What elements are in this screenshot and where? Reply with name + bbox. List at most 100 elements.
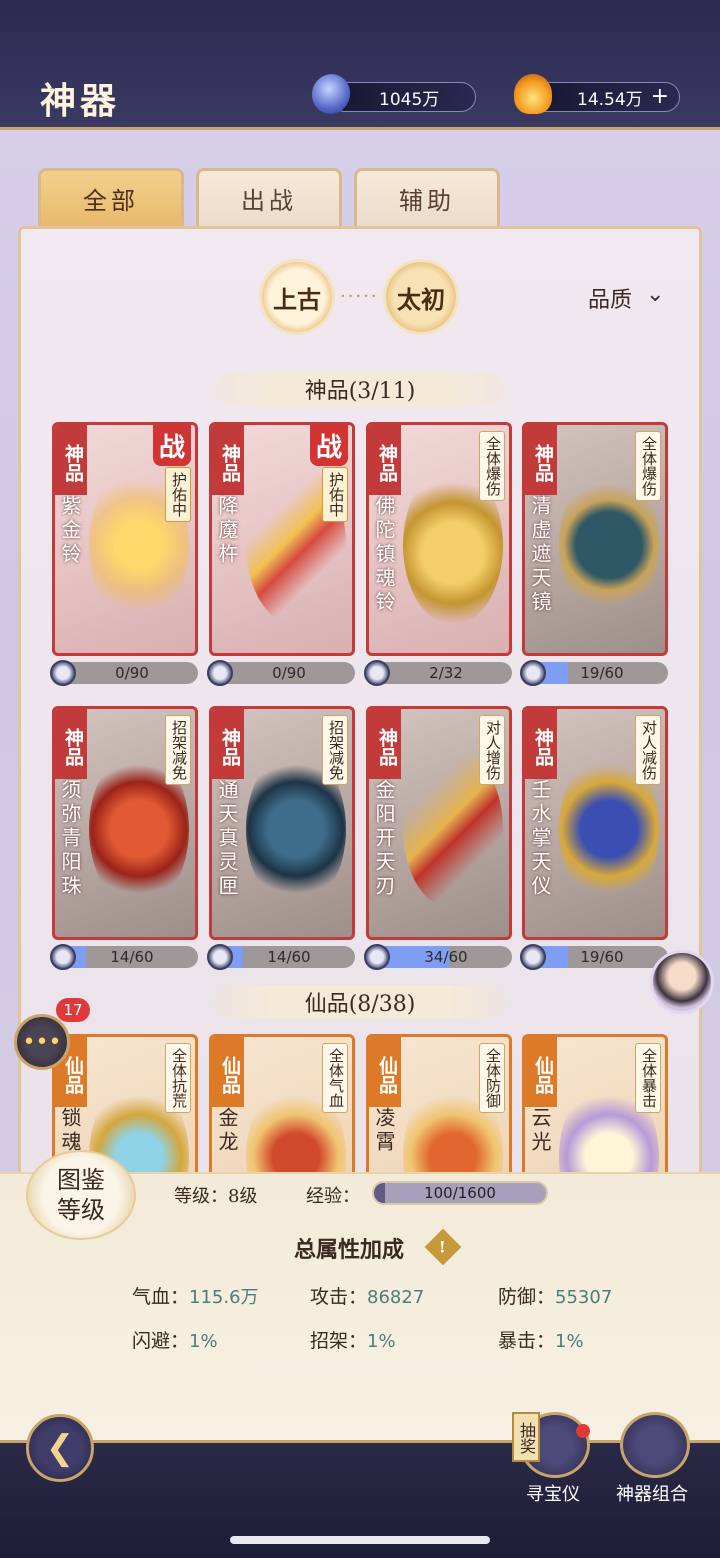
artifact-card[interactable]: 仙品 凌霄 全体防御 bbox=[366, 1034, 512, 1184]
stat-parry-value: 1% bbox=[367, 1331, 396, 1352]
effect-tag: 全体防御 bbox=[479, 1043, 505, 1113]
artifact-card[interactable]: 神品 须弥青阳珠 招架减免 bbox=[52, 706, 198, 940]
artifact-card[interactable]: 仙品 金龙 全体气血 bbox=[209, 1034, 355, 1184]
effect-tag: 对人增伤 bbox=[479, 715, 505, 785]
tab-battle[interactable]: 出战 bbox=[196, 168, 342, 226]
stat-attack-label: 攻击： bbox=[310, 1286, 368, 1308]
stat-crit-label: 暴击： bbox=[498, 1330, 556, 1352]
effect-tag: 全体暴击 bbox=[635, 1043, 661, 1113]
artifact-name: 云光 bbox=[528, 1107, 552, 1155]
artifact-name: 降魔杵 bbox=[215, 495, 239, 567]
back-button[interactable]: ❮ bbox=[26, 1414, 94, 1482]
chat-button[interactable]: ••• bbox=[14, 1014, 70, 1070]
artifact-name: 凌霄 bbox=[372, 1107, 396, 1155]
codex-level: 等级：8级 bbox=[174, 1182, 257, 1208]
battle-badge: 战 bbox=[152, 425, 191, 466]
artifact-card[interactable]: 神品 降魔杵 战 护佑中 bbox=[209, 422, 355, 656]
notification-dot bbox=[576, 1424, 590, 1438]
home-indicator[interactable] bbox=[230, 1536, 490, 1544]
level-label: 等级： bbox=[174, 1186, 228, 1207]
grade-label: 神品 bbox=[55, 709, 87, 779]
grade-label: 神品 bbox=[525, 425, 557, 495]
artifact-name: 壬水掌天仪 bbox=[528, 779, 552, 899]
artifact-card[interactable]: 神品 佛陀镇魂铃 全体爆伤 bbox=[366, 422, 512, 656]
artifact-name: 紫金铃 bbox=[58, 495, 82, 567]
grade-label: 神品 bbox=[369, 425, 401, 495]
artifact-name: 锁魂 bbox=[58, 1107, 82, 1155]
stat-attack: 攻击：86827 bbox=[310, 1282, 424, 1309]
add-currency-button[interactable]: + bbox=[651, 84, 669, 109]
effect-tag: 全体抗荒 bbox=[165, 1043, 191, 1113]
shard-icon bbox=[364, 944, 390, 970]
effect-tag: 招架减免 bbox=[322, 715, 348, 785]
stat-hp: 气血：115.6万 bbox=[132, 1282, 259, 1309]
exp-value: 100/1600 bbox=[424, 1184, 496, 1202]
era-connector: ····· bbox=[340, 286, 379, 307]
section-immortal-header: 仙品(8/38) bbox=[215, 985, 505, 1019]
artifact-name: 清虚遮天镜 bbox=[528, 495, 552, 615]
stat-defense: 防御：55307 bbox=[498, 1282, 612, 1309]
tab-support[interactable]: 辅助 bbox=[354, 168, 500, 226]
section-divine-header: 神品(3/11) bbox=[215, 372, 505, 406]
stat-attack-value: 86827 bbox=[367, 1287, 425, 1308]
stat-crit: 暴击：1% bbox=[498, 1326, 584, 1353]
chat-bubble-icon: ••• bbox=[22, 1029, 62, 1055]
artifact-name: 金龙 bbox=[215, 1107, 239, 1155]
effect-tag: 对人减伤 bbox=[635, 715, 661, 785]
shard-icon bbox=[207, 660, 233, 686]
tab-all[interactable]: 全部 bbox=[38, 168, 184, 226]
chevron-down-icon[interactable]: ⌄ bbox=[646, 282, 664, 307]
grade-label: 仙品 bbox=[212, 1037, 244, 1107]
effect-tag: 全体气血 bbox=[322, 1043, 348, 1113]
level-value: 8级 bbox=[228, 1186, 258, 1207]
grade-label: 神品 bbox=[369, 709, 401, 779]
era-button-primordial[interactable]: 太初 bbox=[386, 262, 456, 332]
stat-parry: 招架：1% bbox=[310, 1326, 396, 1353]
artifact-card[interactable]: 仙品 云光 全体暴击 bbox=[522, 1034, 668, 1184]
shard-icon bbox=[50, 660, 76, 686]
shard-icon bbox=[520, 660, 546, 686]
artifact-combo-label: 神器组合 bbox=[616, 1484, 688, 1505]
era-button-ancient[interactable]: 上古 bbox=[262, 262, 332, 332]
lottery-tag[interactable]: 抽奖 bbox=[512, 1412, 540, 1462]
shard-icon bbox=[50, 944, 76, 970]
battle-badge: 战 bbox=[309, 425, 348, 466]
artifact-name: 通天真灵匣 bbox=[215, 779, 239, 899]
quality-filter[interactable]: 品质 bbox=[588, 282, 632, 314]
back-arrow-icon: ❮ bbox=[45, 1428, 75, 1468]
grade-label: 仙品 bbox=[525, 1037, 557, 1107]
shard-icon bbox=[364, 660, 390, 686]
artifact-card[interactable]: 神品 金阳开天刃 对人增伤 bbox=[366, 706, 512, 940]
grade-label: 仙品 bbox=[369, 1037, 401, 1107]
artifact-card[interactable]: 神品 通天真灵匣 招架减免 bbox=[209, 706, 355, 940]
artifact-card[interactable]: 神品 清虚遮天镜 全体爆伤 bbox=[522, 422, 668, 656]
shard-icon bbox=[207, 944, 233, 970]
codex-label-line1: 图鉴 bbox=[57, 1166, 105, 1194]
flame-currency-value: 14.54万 bbox=[577, 89, 643, 110]
gem-currency-display: 1045万 bbox=[330, 82, 476, 112]
artifact-card[interactable]: 神品 壬水掌天仪 对人减伤 bbox=[522, 706, 668, 940]
stat-defense-value: 55307 bbox=[555, 1287, 613, 1308]
stat-parry-label: 招架： bbox=[310, 1330, 368, 1352]
grade-label: 神品 bbox=[55, 425, 87, 495]
assistant-avatar-button[interactable] bbox=[650, 950, 714, 1014]
grade-label: 神品 bbox=[212, 425, 244, 495]
codex-level-badge[interactable]: 图鉴 等级 bbox=[26, 1150, 136, 1240]
exp-label: 经验： bbox=[306, 1186, 360, 1207]
grade-label: 神品 bbox=[525, 709, 557, 779]
effect-tag: 护佑中 bbox=[165, 467, 191, 522]
page-title: 神器 bbox=[40, 80, 121, 122]
codex-label-line2: 等级 bbox=[57, 1196, 105, 1224]
artifact-combo-button[interactable] bbox=[620, 1412, 690, 1478]
gem-currency-value: 1045万 bbox=[379, 89, 440, 110]
stat-dodge: 闪避：1% bbox=[132, 1326, 218, 1353]
stat-hp-value: 115.6万 bbox=[189, 1287, 259, 1308]
artifact-name: 须弥青阳珠 bbox=[58, 779, 82, 899]
stat-dodge-label: 闪避： bbox=[132, 1330, 190, 1352]
chat-unread-badge: 17 bbox=[56, 998, 90, 1022]
artifact-card[interactable]: 神品 紫金铃 战 护佑中 bbox=[52, 422, 198, 656]
treasure-finder-label: 寻宝仪 bbox=[526, 1484, 580, 1505]
flame-icon bbox=[514, 74, 552, 114]
effect-tag: 护佑中 bbox=[322, 467, 348, 522]
effect-tag: 全体爆伤 bbox=[479, 431, 505, 501]
